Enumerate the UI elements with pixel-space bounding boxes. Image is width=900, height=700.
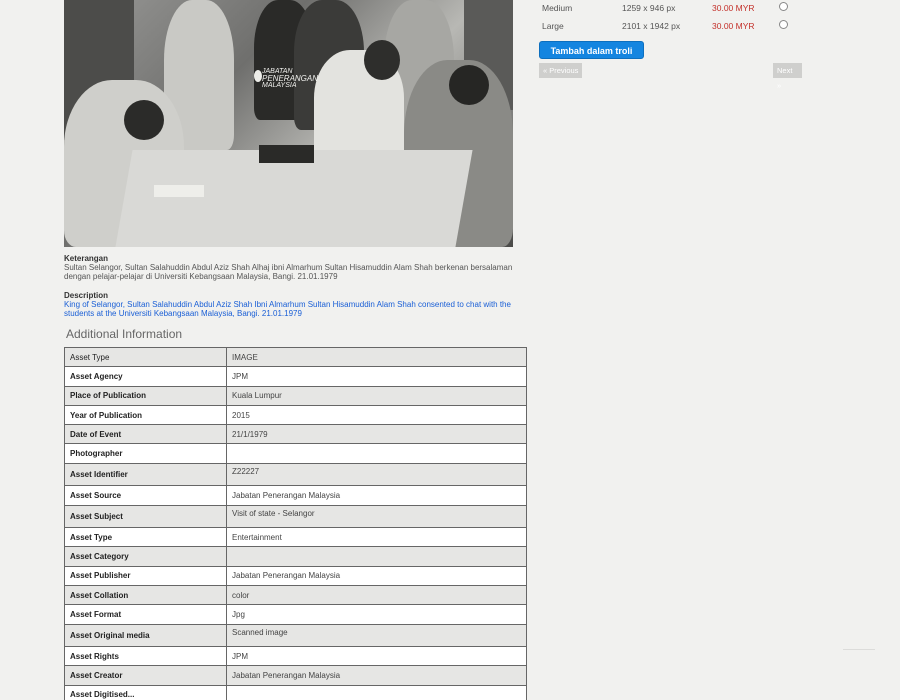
table-row: Date of Event 21/1/1979 xyxy=(64,424,527,445)
next-button[interactable]: Next » xyxy=(773,63,802,90)
table-row: Asset Publisher Jabatan Penerangan Malays… xyxy=(64,565,527,586)
table-row: Asset Agency JPM xyxy=(64,366,527,387)
table-row: Asset Rights JPM xyxy=(64,646,527,667)
divider xyxy=(843,649,875,650)
info-key: Asset Original media xyxy=(64,623,227,648)
info-value: Jabatan Penerangan Malaysia xyxy=(226,565,527,586)
agency-logo-icon xyxy=(254,70,262,82)
table-row: Photographer xyxy=(64,443,527,464)
info-key: Asset Identifier xyxy=(64,462,227,487)
table-row: Year of Publication 2015 xyxy=(64,404,527,426)
info-key: Date of Event xyxy=(64,424,227,445)
table-row: Asset Format Jpg xyxy=(64,604,527,625)
table-row: Asset Source Jabatan Penerangan Malaysia xyxy=(64,485,527,506)
table-row: Asset Identifier Z22227 xyxy=(64,462,527,487)
photo-watermark: JABATAN PENERANGAN MALAYSIA xyxy=(262,68,319,89)
description-block: Description King of Selangor, Sultan Sal… xyxy=(64,291,514,318)
description-text: King of Selangor, Sultan Salahuddin Abdu… xyxy=(64,300,511,318)
info-key: Asset Type xyxy=(64,346,227,368)
info-value xyxy=(226,684,527,700)
info-value: JPM xyxy=(226,366,527,387)
size-price: 30.00 MYR xyxy=(712,3,755,13)
info-value: Z22227 xyxy=(226,462,527,487)
size-row-large: Large 2101 x 1942 px 30.00 MYR xyxy=(542,20,802,33)
info-value: 2015 xyxy=(226,404,527,426)
size-price: 30.00 MYR xyxy=(712,21,755,31)
info-value: Kuala Lumpur xyxy=(226,385,527,406)
add-to-cart-button[interactable]: Tambah dalam troli xyxy=(539,41,644,59)
info-key: Asset Creator xyxy=(64,665,227,686)
size-name: Medium xyxy=(542,3,573,13)
info-key: Asset Format xyxy=(64,604,227,625)
previous-button[interactable]: « Previous xyxy=(539,63,583,78)
info-key: Asset Category xyxy=(64,546,227,567)
size-radio-large[interactable] xyxy=(779,20,788,29)
table-row: Asset Creator Jabatan Penerangan Malaysia xyxy=(64,665,527,686)
info-key: Asset Type xyxy=(64,527,227,548)
info-value: Jpg xyxy=(226,604,527,625)
table-row: Place of Publication Kuala Lumpur xyxy=(64,385,527,406)
info-value: Visit of state - Selangor xyxy=(226,504,527,529)
table-row: Asset Type IMAGE xyxy=(64,346,527,368)
keterangan-block: Keterangan Sultan Selangor, Sultan Salah… xyxy=(64,254,514,281)
info-value: color xyxy=(226,584,527,606)
size-radio-medium[interactable] xyxy=(779,2,788,11)
info-key: Asset Subject xyxy=(64,504,227,529)
table-row: Asset Digitised... xyxy=(64,684,527,700)
info-key: Asset Source xyxy=(64,485,227,506)
info-key: Place of Publication xyxy=(64,385,227,406)
additional-info-title: Additional Information xyxy=(66,327,183,341)
size-dimensions: 2101 x 1942 px xyxy=(622,21,681,31)
info-key: Asset Digitised... xyxy=(64,684,227,700)
info-key: Asset Publisher xyxy=(64,565,227,586)
info-key: Photographer xyxy=(64,443,227,464)
info-key: Asset Rights xyxy=(64,646,227,667)
info-value: IMAGE xyxy=(226,346,527,368)
info-key: Year of Publication xyxy=(64,404,227,426)
info-key: Asset Agency xyxy=(64,366,227,387)
info-key: Asset Collation xyxy=(64,584,227,606)
table-row: Asset Type Entertainment xyxy=(64,527,527,548)
table-row: Asset Original media Scanned image xyxy=(64,623,527,648)
table-row: Asset Subject Visit of state - Selangor xyxy=(64,504,527,529)
info-value: Jabatan Penerangan Malaysia xyxy=(226,665,527,686)
info-value: 21/1/1979 xyxy=(226,424,527,445)
size-name: Large xyxy=(542,21,564,31)
size-row-medium: Medium 1259 x 946 px 30.00 MYR xyxy=(542,2,802,15)
info-value: Entertainment xyxy=(226,527,527,548)
event-photo: JABATAN PENERANGAN MALAYSIA xyxy=(64,0,513,247)
keterangan-text: Sultan Selangor, Sultan Salahuddin Abdul… xyxy=(64,263,513,281)
keterangan-label: Keterangan xyxy=(64,254,109,263)
info-value: JPM xyxy=(226,646,527,667)
info-value xyxy=(226,546,527,567)
description-label: Description xyxy=(64,291,109,300)
info-value: Jabatan Penerangan Malaysia xyxy=(226,485,527,506)
table-row: Asset Category xyxy=(64,546,527,567)
info-value: Scanned image xyxy=(226,623,527,648)
additional-info-table: Asset Type IMAGE Asset Agency JPM Place of P… xyxy=(64,346,527,700)
info-value xyxy=(226,443,527,464)
size-dimensions: 1259 x 946 px xyxy=(622,3,676,13)
table-row: Asset Collation color xyxy=(64,584,527,606)
